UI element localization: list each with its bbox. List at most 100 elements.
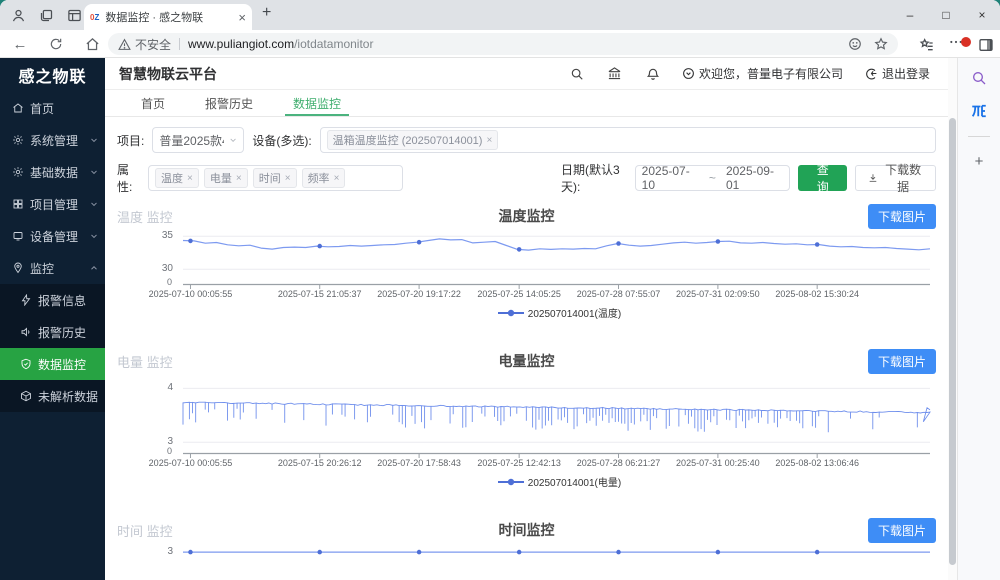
window-maximize-button[interactable]: □ bbox=[928, 0, 964, 30]
rail-search-icon[interactable] bbox=[971, 70, 987, 86]
temperature-plot[interactable] bbox=[183, 231, 930, 285]
tab-报警历史[interactable]: 报警历史 bbox=[185, 90, 273, 116]
x-axis-tick: 2025-08-02 13:06:46 bbox=[775, 458, 859, 468]
y-axis-tick: 4 bbox=[167, 382, 173, 393]
remove-tag-icon[interactable]: × bbox=[187, 173, 193, 184]
sidebar-item-首页[interactable]: 首页 bbox=[0, 92, 105, 124]
download-image-button[interactable]: 下载图片 bbox=[868, 349, 936, 374]
sidebar-item-label: 设备管理 bbox=[30, 228, 83, 245]
tab-actions-icon[interactable] bbox=[64, 5, 84, 25]
x-axis-tick: 2025-07-20 19:17:22 bbox=[377, 289, 461, 299]
download-image-button[interactable]: 下载图片 bbox=[868, 204, 936, 229]
window-minimize-button[interactable]: – bbox=[892, 0, 928, 30]
sidebar-subitem-报警历史[interactable]: 报警历史 bbox=[0, 316, 105, 348]
sidebar-item-设备管理[interactable]: 设备管理 bbox=[0, 220, 105, 252]
security-warning[interactable]: 不安全 bbox=[118, 36, 171, 53]
back-icon[interactable]: ← bbox=[10, 34, 30, 54]
url-host: www.puliangiot.com bbox=[188, 37, 294, 51]
attribute-tag-电量[interactable]: 电量× bbox=[204, 168, 248, 188]
sidebar-subitem-label: 报警历史 bbox=[38, 324, 99, 341]
remove-tag-icon[interactable]: × bbox=[285, 173, 291, 184]
tab-数据监控[interactable]: 数据监控 bbox=[273, 90, 361, 116]
download-image-button[interactable]: 下载图片 bbox=[868, 518, 936, 543]
sidebar-subitem-label: 未解析数据 bbox=[38, 388, 99, 405]
battery-plot[interactable] bbox=[183, 376, 930, 454]
attribute-multiselect[interactable]: 温度×电量×时间×频率× bbox=[148, 165, 403, 191]
y-axis-tick: 30 bbox=[162, 263, 173, 274]
attribute-tag-温度[interactable]: 温度× bbox=[155, 168, 199, 188]
speaker-icon bbox=[20, 326, 32, 338]
chart-title: 温度监控 bbox=[117, 206, 936, 226]
content-area: 项目: 普量2025款4... 设备(多选): 温箱温度监控 (20250701… bbox=[105, 117, 948, 580]
window-close-button[interactable]: × bbox=[964, 0, 1000, 30]
search-icon[interactable] bbox=[560, 67, 594, 81]
y-axis-tick: 35 bbox=[162, 230, 173, 241]
remove-tag-icon[interactable]: × bbox=[236, 173, 242, 184]
x-axis-tick: 2025-07-10 00:05:55 bbox=[149, 458, 233, 468]
notifications-bell-icon[interactable] bbox=[636, 67, 670, 81]
app-sidebar: 感之物联 首页系统管理基础数据项目管理设备管理监控报警信息报警历史数据监控未解析… bbox=[0, 58, 105, 580]
date-range-input[interactable]: 2025-07-10 ~ 2025-09-01 bbox=[635, 165, 791, 191]
user-menu[interactable]: 欢迎您，普量电子有限公司 bbox=[682, 65, 843, 82]
home-icon[interactable] bbox=[82, 34, 102, 54]
legend-marker-icon bbox=[498, 478, 524, 486]
collections-icon[interactable] bbox=[918, 37, 934, 53]
date-end[interactable]: 2025-09-01 bbox=[726, 164, 783, 192]
chart-legend[interactable]: 202507014001(电量) bbox=[183, 474, 936, 489]
battery-chart-section: 电量 监控 电量监控 下载图片 430 2025-07-10 00:05:552… bbox=[117, 348, 936, 489]
sidebar-item-项目管理[interactable]: 项目管理 bbox=[0, 188, 105, 220]
refresh-icon[interactable] bbox=[46, 34, 66, 54]
url-path: /iotdatamonitor bbox=[294, 37, 373, 51]
sidebar-subitem-数据监控[interactable]: 数据监控 bbox=[0, 348, 105, 380]
favorite-star-icon[interactable] bbox=[874, 37, 888, 51]
user-dropdown-icon bbox=[682, 67, 695, 80]
logout-button[interactable]: 退出登录 bbox=[865, 65, 930, 82]
chevron-up-icon bbox=[89, 263, 99, 273]
sidebar-item-监控[interactable]: 监控 bbox=[0, 252, 105, 284]
rail-add-icon[interactable]: + bbox=[975, 153, 984, 170]
sidebar-subitem-未解析数据[interactable]: 未解析数据 bbox=[0, 380, 105, 412]
new-tab-button[interactable]: + bbox=[262, 4, 271, 22]
sidebar-item-系统管理[interactable]: 系统管理 bbox=[0, 124, 105, 156]
x-axis-tick: 2025-07-28 07:55:07 bbox=[577, 289, 661, 299]
feedback-icon[interactable] bbox=[848, 37, 862, 51]
cube-icon bbox=[20, 390, 32, 402]
query-button[interactable]: 查 询 bbox=[798, 165, 847, 191]
download-data-button[interactable]: 下载数据 bbox=[855, 165, 936, 191]
remove-tag-icon[interactable]: × bbox=[334, 173, 340, 184]
sidebar-item-基础数据[interactable]: 基础数据 bbox=[0, 156, 105, 188]
sidebar-toggle-icon[interactable] bbox=[978, 37, 994, 53]
axis-origin-label: 0 bbox=[167, 277, 172, 287]
browser-tab[interactable]: 0Z 数据监控 · 感之物联 × bbox=[84, 4, 252, 30]
temperature-chart-section: 温度 监控 温度监控 下载图片 35300 2025-07-10 00:05:5… bbox=[117, 203, 936, 320]
url-bar[interactable]: 不安全 www.puliangiot.com/iotdatamonitor bbox=[108, 33, 898, 55]
chart-legend[interactable]: 202507014001(温度) bbox=[183, 305, 936, 320]
organization-icon[interactable] bbox=[598, 66, 632, 81]
profile-icon[interactable] bbox=[8, 5, 28, 25]
x-axis-tick: 2025-07-10 00:05:55 bbox=[149, 289, 233, 299]
rail-app-icon[interactable] bbox=[970, 102, 988, 120]
sidebar-subitem-报警信息[interactable]: 报警信息 bbox=[0, 284, 105, 316]
remove-tag-icon[interactable]: × bbox=[486, 135, 492, 146]
scrollbar-thumb[interactable] bbox=[949, 118, 956, 565]
attribute-tag-时间[interactable]: 时间× bbox=[253, 168, 297, 188]
app-header: 智慧物联云平台 欢迎您，普量电子有限公司 退出登录 bbox=[105, 58, 948, 90]
attribute-tag-频率[interactable]: 频率× bbox=[302, 168, 346, 188]
browser-menu-icon[interactable] bbox=[948, 34, 964, 55]
chevron-down-icon bbox=[89, 135, 99, 145]
bolt-icon bbox=[20, 294, 32, 306]
time-plot[interactable] bbox=[183, 545, 930, 580]
tab-close-icon[interactable]: × bbox=[238, 10, 246, 25]
x-axis-tick: 2025-08-02 15:30:24 bbox=[775, 289, 859, 299]
project-select[interactable]: 普量2025款4... bbox=[152, 127, 244, 153]
chevron-down-icon bbox=[89, 231, 99, 241]
tab-首页[interactable]: 首页 bbox=[121, 90, 185, 116]
device-multiselect[interactable]: 温箱温度监控 (202507014001)× bbox=[320, 127, 936, 153]
x-axis-tick: 2025-07-15 20:26:12 bbox=[278, 458, 362, 468]
page-scrollbar[interactable] bbox=[948, 58, 957, 580]
workspaces-icon[interactable] bbox=[36, 5, 56, 25]
sidebar-item-label: 项目管理 bbox=[30, 196, 83, 213]
date-start[interactable]: 2025-07-10 bbox=[642, 164, 699, 192]
device-tag[interactable]: 温箱温度监控 (202507014001)× bbox=[327, 130, 499, 150]
page-tabs: 首页报警历史数据监控 bbox=[105, 90, 948, 117]
